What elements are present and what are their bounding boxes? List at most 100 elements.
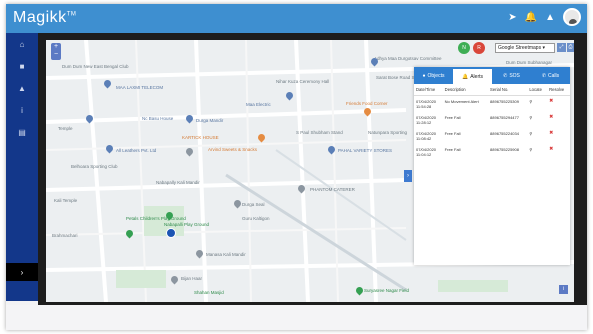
map-label: S Paul Shubham Stand — [296, 130, 343, 135]
cell-serial: 8896755224034 — [490, 131, 519, 136]
phone-icon: ✆ — [541, 72, 547, 79]
table-row: 07/04/2020 11:28:12 Free Fall 88967552944… — [414, 112, 570, 128]
column-header[interactable]: Description — [442, 84, 489, 96]
cell-time: 11:54:28 — [416, 104, 432, 109]
map-label: Manasa Kali Mandir — [206, 252, 246, 257]
tab-label: Alerts — [470, 73, 483, 80]
main-content: Dum Dum New East Bengal Club MAA LAXMI T… — [38, 33, 587, 305]
cell-description: Free Fall — [444, 131, 461, 136]
sidebar: ⌂ ■ ▲ i ▤ › — [6, 33, 38, 301]
map-label: Nc Basu House — [142, 116, 174, 121]
locate-icon[interactable]: ⚲ — [527, 112, 547, 128]
alerts-panel: ● Objects 🔔 Alerts ✆ SOS ✆ Calls Date/Time D… — [414, 67, 570, 265]
resolve-icon[interactable]: ✖ — [547, 112, 570, 128]
top-bar: MagikkTM ➤ 🔔 ▲ — [6, 4, 587, 33]
table-row: 07/04/2020 11:08:42 Free Fall 88967552240… — [414, 128, 570, 144]
sidebar-item-person[interactable]: ▲ — [6, 77, 38, 99]
resolve-icon[interactable]: ✖ — [547, 144, 570, 160]
info-icon: i — [562, 286, 565, 292]
avatar[interactable] — [563, 8, 581, 26]
column-header[interactable]: Locate — [527, 84, 548, 96]
map-label: Arvind Sweets & Snacks — [208, 147, 258, 152]
map-label: MAA LAXMI TELECOM — [116, 85, 164, 90]
top-bar-actions: ➤ 🔔 ▲ — [508, 8, 581, 26]
map-label: KARTICK HOUSE — [182, 135, 219, 140]
map-label: PHANTOM CATERER — [310, 187, 355, 192]
person-icon: ▲ — [18, 83, 26, 93]
logo-mark: TM — [66, 11, 77, 18]
tab-calls[interactable]: ✆ Calls — [531, 67, 570, 84]
chevron-right-icon: › — [407, 173, 409, 179]
map-label: Nihar Kuza Ceremony Hall — [276, 79, 330, 84]
panel-tabs: ● Objects 🔔 Alerts ✆ SOS ✆ Calls — [414, 67, 570, 84]
map-view[interactable]: Dum Dum New East Bengal Club MAA LAXMI T… — [46, 40, 574, 302]
map-label: Belhoara Sporting Club — [71, 164, 118, 169]
app-logo[interactable]: MagikkTM — [13, 9, 76, 27]
location-icon: ● — [422, 72, 426, 79]
map-label: Kali Temple — [54, 198, 78, 203]
map-info-button[interactable]: i — [559, 285, 568, 294]
bell-icon[interactable]: 🔔 — [525, 12, 537, 23]
send-icon[interactable]: ➤ — [508, 12, 516, 23]
fullscreen-button[interactable]: ⤢ — [557, 43, 566, 52]
app-window: MagikkTM ➤ 🔔 ▲ ⌂ ■ ▲ i ▤ › Dum Dum New E… — [6, 4, 587, 330]
tab-label: SOS — [509, 72, 520, 79]
map-label: Petals Children's Play Ground — [126, 216, 186, 221]
sidebar-item-report[interactable]: ▤ — [6, 121, 38, 143]
report-icon: ▤ — [18, 127, 26, 137]
tab-sos[interactable]: ✆ SOS — [492, 67, 531, 84]
sos-icon: ✆ — [503, 72, 508, 79]
footer-area — [6, 305, 587, 330]
locate-icon[interactable]: ⚲ — [527, 144, 547, 160]
cell-datetime: 07/04/2020 11:04:12 — [414, 144, 443, 160]
cell-serial: 8896755294477 — [490, 115, 519, 120]
map-label: Durga Mandir — [196, 118, 224, 123]
zoom-out-button[interactable]: − — [51, 51, 61, 59]
table-row: 07/04/2020 11:54:28 No Movement Alert 889… — [414, 96, 570, 113]
map-label: All Leathers Pvt. Ltd — [116, 148, 157, 153]
map-label: Temple — [58, 126, 73, 131]
folder-icon: ■ — [19, 61, 25, 71]
cell-time: 11:08:42 — [416, 136, 432, 141]
sidebar-item-home[interactable]: ⌂ — [6, 33, 38, 55]
resolve-icon[interactable]: ✖ — [547, 96, 570, 113]
device-marker[interactable] — [166, 228, 176, 238]
table-header: Date/Time Description Serial No. Locate … — [414, 84, 570, 96]
map-type-select[interactable]: Google Streetmaps ▾ — [495, 43, 555, 53]
chevron-right-icon: › — [20, 267, 24, 277]
fullscreen-icon: ⤢ — [559, 44, 564, 50]
tab-objects[interactable]: ● Objects — [414, 67, 453, 84]
map-label: Dum Dum Subhanagar — [506, 60, 553, 65]
panel-collapse-button[interactable]: › — [404, 170, 412, 182]
layer-n-button[interactable]: N — [458, 42, 470, 54]
column-header[interactable]: Resolve — [547, 84, 570, 96]
sidebar-toggle-button[interactable]: › — [6, 263, 38, 281]
column-header[interactable]: Serial No. — [488, 84, 528, 96]
sidebar-item-info[interactable]: i — [6, 99, 38, 121]
layer-r-button[interactable]: R — [473, 42, 485, 54]
home-icon: ⌂ — [19, 39, 25, 49]
cell-time: 11:04:12 — [416, 152, 432, 157]
map-label: Friends Food Corner — [346, 101, 388, 106]
cell-description: No Movement Alert — [444, 99, 479, 104]
map-label: Bijan Haar — [181, 276, 203, 281]
zoom-in-button[interactable]: + — [51, 43, 61, 51]
bell-icon: 🔔 — [461, 73, 469, 80]
print-button[interactable]: ⎙ — [567, 43, 574, 52]
map-label: Durga Seal — [242, 202, 265, 207]
logo-text: Magikk — [13, 9, 67, 26]
locate-icon[interactable]: ⚲ — [527, 128, 547, 144]
map-label: Nabapally Kali Mandir — [156, 180, 200, 185]
tab-alerts[interactable]: 🔔 Alerts — [453, 67, 492, 84]
chevron-down-icon: ▾ — [542, 45, 545, 51]
info-icon: i — [21, 105, 23, 115]
print-icon: ⎙ — [568, 44, 573, 50]
user-icon[interactable]: ▲ — [545, 12, 555, 23]
map-label: Guru Kaltigon — [242, 216, 270, 221]
tab-label: Objects — [427, 72, 445, 79]
locate-icon[interactable]: ⚲ — [527, 96, 547, 113]
sidebar-item-folder[interactable]: ■ — [6, 55, 38, 77]
resolve-icon[interactable]: ✖ — [547, 128, 570, 144]
zoom-control: + − — [51, 43, 61, 60]
column-header[interactable]: Date/Time — [414, 84, 443, 96]
